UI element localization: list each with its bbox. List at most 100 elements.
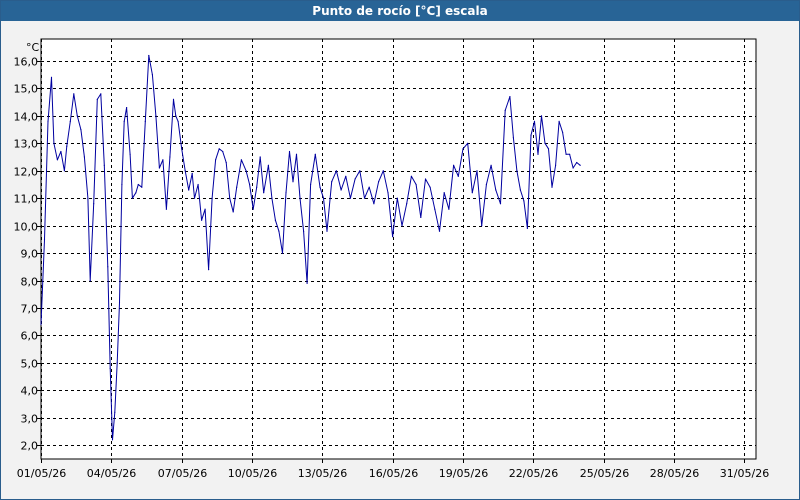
y-tick-label: 14,0 [14, 111, 39, 124]
data-point [218, 148, 220, 150]
y-tick-label: 9,0 [21, 248, 39, 261]
data-point [576, 161, 578, 164]
data-point [537, 153, 539, 155]
data-point [141, 186, 143, 188]
data-point [177, 120, 179, 122]
data-point [547, 148, 550, 150]
y-tick-label: 15,0 [14, 83, 39, 96]
data-point [267, 164, 269, 166]
data-point [249, 183, 251, 186]
data-point [131, 197, 133, 199]
data-point [363, 197, 366, 199]
data-point [259, 156, 261, 158]
data-point [401, 225, 403, 227]
data-point [56, 159, 59, 161]
x-tick-label: 04/05/26 [87, 467, 136, 480]
data-point [530, 134, 532, 136]
data-point [175, 115, 177, 117]
data-point [443, 192, 445, 194]
data-point [204, 208, 206, 210]
data-point [184, 170, 186, 172]
data-point [558, 120, 560, 122]
data-point [252, 208, 254, 210]
data-point [118, 301, 121, 304]
data-point [299, 197, 301, 199]
data-point [462, 148, 464, 150]
x-tick-label: 22/05/26 [509, 467, 558, 480]
data-point [236, 186, 238, 188]
data-point [533, 120, 536, 122]
data-point [523, 200, 525, 202]
data-point [354, 178, 356, 180]
data-point [457, 175, 459, 177]
data-point [222, 150, 224, 153]
data-point [114, 411, 116, 413]
data-point [80, 129, 82, 131]
data-point [60, 150, 62, 153]
data-point [135, 192, 137, 194]
data-point [50, 76, 53, 78]
x-tick-label: 28/05/26 [650, 467, 699, 480]
data-point [172, 98, 175, 100]
data-point [47, 120, 49, 122]
data-point [345, 175, 347, 177]
data-point [551, 186, 553, 188]
plot-area [40, 38, 757, 460]
data-point [438, 230, 441, 232]
data-point [579, 164, 581, 166]
data-point [263, 192, 265, 194]
y-tick-label: 11,0 [14, 193, 39, 206]
data-point [188, 189, 190, 191]
data-point [424, 178, 427, 180]
data-point [340, 189, 342, 191]
y-tick-label: 10,0 [14, 221, 39, 234]
data-point [281, 252, 284, 254]
data-point [111, 439, 114, 441]
data-point [148, 54, 150, 57]
x-tick-label: 16/05/26 [369, 467, 418, 480]
data-point [73, 93, 75, 95]
data-point [387, 192, 389, 194]
data-point [569, 153, 571, 155]
data-point [121, 183, 123, 186]
y-tick-label: 2,0 [21, 440, 39, 453]
data-point [495, 189, 497, 191]
data-point [256, 186, 258, 188]
data-point [232, 211, 234, 213]
data-point [410, 175, 412, 177]
y-tick-label: 6,0 [21, 330, 39, 343]
data-point [69, 120, 71, 122]
data-point [191, 172, 193, 175]
chart-window: Punto de rocío [°C] escala 2,0 3,0 4,0 5,0 6… [0, 0, 800, 500]
data-point [100, 93, 102, 95]
data-point [137, 183, 139, 186]
y-tick-label: 13,0 [14, 138, 39, 151]
y-tick-label: 4,0 [21, 385, 39, 398]
data-point [319, 186, 321, 188]
data-point [420, 216, 422, 218]
data-point [485, 183, 487, 186]
data-point [285, 192, 287, 194]
data-point [349, 197, 351, 199]
dew-point-chart: 2,0 3,0 4,0 5,0 6,0 7,0 8,0 9,0 10,0 11,0 12,0 13,0… [14, 38, 769, 480]
data-point [225, 161, 227, 164]
data-point [109, 367, 111, 369]
data-point [448, 208, 450, 210]
data-point [83, 156, 85, 158]
data-point [144, 120, 146, 122]
y-tick-label: 3,0 [21, 413, 39, 426]
x-tick-label: 31/05/26 [720, 467, 769, 480]
data-point [165, 208, 167, 210]
data-point [335, 170, 337, 172]
data-point [326, 230, 328, 232]
data-point [504, 109, 506, 111]
data-point [197, 183, 199, 186]
data-point [271, 197, 273, 199]
data-point [415, 183, 417, 186]
data-point [565, 153, 567, 155]
data-point [303, 230, 305, 232]
data-point [306, 282, 308, 284]
data-point [396, 197, 398, 199]
data-point [193, 197, 196, 199]
data-point [87, 197, 89, 199]
